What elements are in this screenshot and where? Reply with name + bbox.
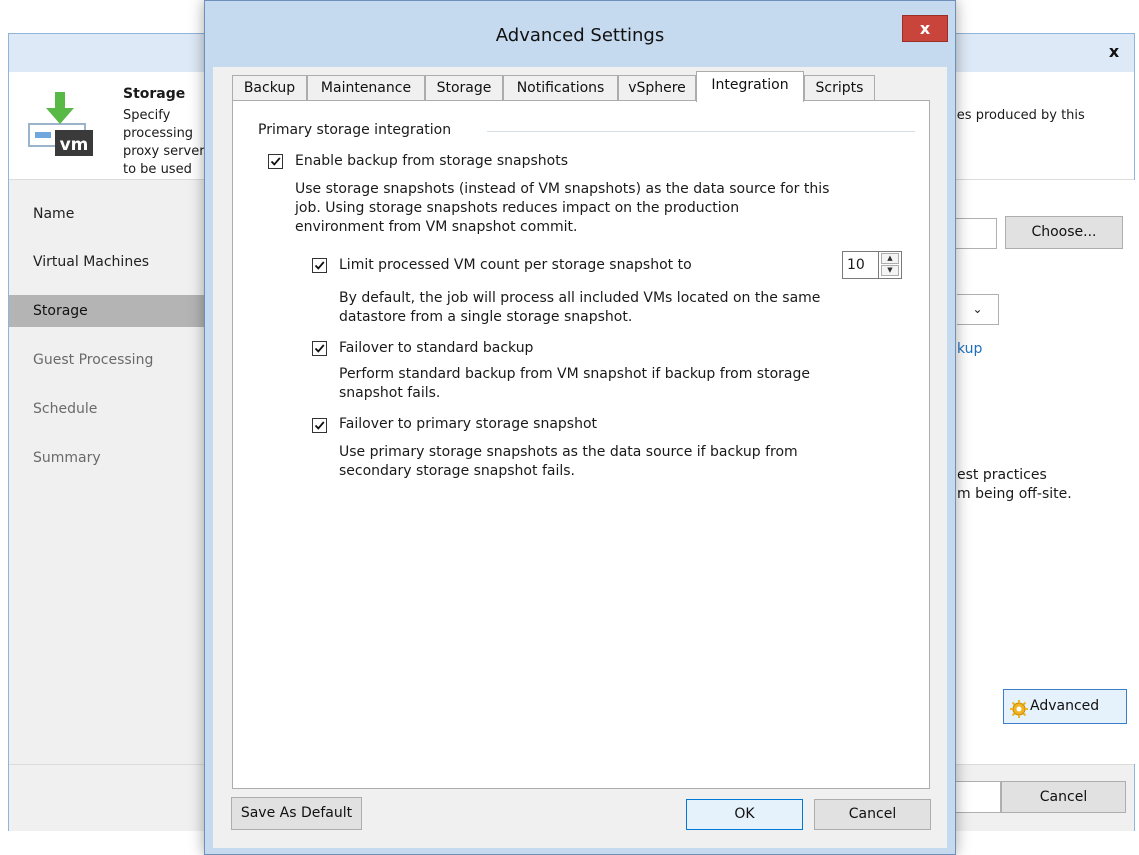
- tab-vsphere[interactable]: vSphere: [618, 75, 696, 100]
- tab-integration[interactable]: Integration: [696, 71, 804, 102]
- enable-backup-desc-line3: environment from VM snapshot commit.: [295, 219, 578, 235]
- dialog-title: Advanced Settings: [495, 25, 665, 46]
- wizard-close-button[interactable]: x: [1100, 40, 1128, 64]
- nav-step-schedule: Schedule: [33, 401, 98, 417]
- limit-vm-count-label[interactable]: Limit processed VM count per storage sna…: [339, 257, 692, 273]
- advanced-button[interactable]: Advanced: [1003, 689, 1127, 724]
- nav-step-name[interactable]: Name: [9, 198, 207, 230]
- wizard-step-title: Storage: [123, 86, 186, 102]
- dialog-close-button[interactable]: x: [902, 15, 948, 42]
- repository-dropdown[interactable]: ⌄: [957, 294, 999, 325]
- tab-backup[interactable]: Backup: [232, 75, 307, 100]
- best-practices-note-line2: m being off-site.: [957, 486, 1072, 502]
- cancel-button[interactable]: Cancel: [814, 799, 931, 830]
- failover-standard-checkbox[interactable]: [312, 341, 327, 356]
- ok-button[interactable]: OK: [686, 799, 803, 830]
- nav-step-virtual-machines[interactable]: Virtual Machines: [9, 246, 207, 278]
- failover-standard-desc-line1: Perform standard backup from VM snapshot…: [339, 366, 810, 382]
- failover-standard-label[interactable]: Failover to standard backup: [339, 340, 533, 356]
- failover-standard-desc-line2: snapshot fails.: [339, 385, 441, 401]
- stepper-up-icon[interactable]: ▲: [881, 253, 899, 264]
- wizard-steps-nav: Name Virtual Machines Storage Guest Proc…: [9, 180, 207, 764]
- checkmark-icon: [314, 421, 325, 430]
- backup-link[interactable]: kup: [957, 341, 982, 357]
- advanced-button-label: Advanced: [1030, 698, 1100, 714]
- stepper-down-icon[interactable]: ▼: [881, 265, 899, 276]
- tab-maintenance[interactable]: Maintenance: [307, 75, 425, 100]
- checkmark-icon: [314, 261, 325, 270]
- group-divider: [487, 131, 915, 132]
- nav-step-guest-processing: Guest Processing: [33, 352, 154, 368]
- enable-backup-label[interactable]: Enable backup from storage snapshots: [295, 153, 568, 169]
- limit-vm-desc-line1: By default, the job will process all inc…: [339, 290, 821, 306]
- vm-count-input[interactable]: 10: [842, 251, 878, 279]
- save-as-default-button[interactable]: Save As Default: [231, 797, 362, 830]
- enable-backup-checkbox[interactable]: [268, 154, 283, 169]
- limit-vm-desc-line2: datastore from a single storage snapshot…: [339, 309, 633, 325]
- gear-icon: [1010, 698, 1028, 718]
- failover-primary-label[interactable]: Failover to primary storage snapshot: [339, 416, 597, 432]
- checkmark-icon: [270, 157, 281, 166]
- vm-storage-logo-icon: vm: [27, 90, 99, 162]
- tab-storage[interactable]: Storage: [425, 75, 503, 100]
- best-practices-note-line1: est practices: [957, 467, 1047, 483]
- enable-backup-desc-line2: job. Using storage snapshots reduces imp…: [295, 200, 740, 216]
- failover-primary-desc-line1: Use primary storage snapshots as the dat…: [339, 444, 798, 460]
- wizard-cancel-button[interactable]: Cancel: [1001, 781, 1126, 813]
- svg-text:vm: vm: [60, 135, 89, 155]
- wizard-step-description-tail: files produced by this: [945, 108, 1085, 123]
- vm-count-stepper: ▲ ▼: [878, 251, 902, 279]
- failover-primary-desc-line2: secondary storage snapshot fails.: [339, 463, 575, 479]
- tab-scripts[interactable]: Scripts: [804, 75, 875, 100]
- nav-step-storage[interactable]: Storage: [9, 295, 207, 327]
- choose-button[interactable]: Choose...: [1005, 216, 1123, 249]
- tab-notifications[interactable]: Notifications: [503, 75, 618, 100]
- group-title: Primary storage integration: [258, 122, 452, 138]
- nav-step-summary: Summary: [33, 450, 101, 466]
- enable-backup-desc-line1: Use storage snapshots (instead of VM sna…: [295, 181, 830, 197]
- limit-vm-count-checkbox[interactable]: [312, 258, 327, 273]
- checkmark-icon: [314, 344, 325, 353]
- failover-primary-checkbox[interactable]: [312, 418, 327, 433]
